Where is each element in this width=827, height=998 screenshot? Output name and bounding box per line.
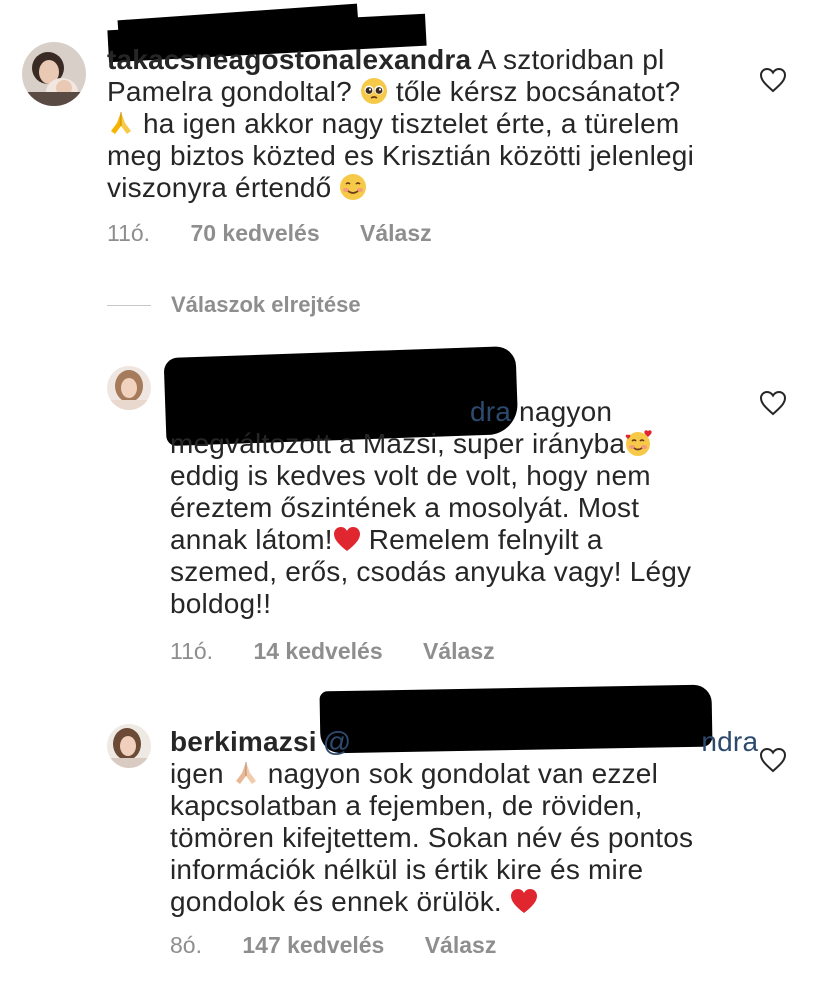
comment-text-segment: annak látom! bbox=[170, 524, 333, 555]
folded-hands-emoji bbox=[107, 109, 135, 137]
comment-line: ha igen akkor nagy tisztelet érte, a tür… bbox=[107, 108, 747, 140]
avatar[interactable] bbox=[107, 366, 151, 410]
divider-line bbox=[107, 304, 151, 306]
comment-meta: 11ó. 70 kedvelés Válasz bbox=[107, 220, 432, 247]
comment-line: tömören kifejtettem. Sokan név és pontos bbox=[170, 822, 694, 853]
comment-line: meg biztos közted es Krisztián közötti j… bbox=[107, 140, 694, 171]
reply-button[interactable]: Válasz bbox=[423, 638, 495, 665]
comment-text-segment: gondolok és ennek örülök. bbox=[170, 886, 510, 917]
heart-outline-icon[interactable] bbox=[759, 67, 787, 93]
comment-2: dra nagyon megváltozott a Mazsi, super i… bbox=[0, 340, 827, 670]
hide-replies-button[interactable]: Válaszok elrejtése bbox=[107, 290, 361, 320]
comment-text-segment: tőle kérsz bocsánatot? bbox=[387, 76, 681, 107]
comment-line: éreztem őszintének a mosolyát. Most bbox=[170, 492, 640, 523]
comment-time: 11ó. bbox=[170, 638, 214, 664]
red-heart-emoji bbox=[333, 525, 361, 553]
avatar[interactable] bbox=[22, 42, 86, 106]
likes-count[interactable]: 14 kedvelés bbox=[253, 638, 382, 665]
comment-text-segment: megváltozott a Mazsi, super irányba bbox=[170, 428, 626, 459]
comment-text-segment: ha igen akkor nagy tisztelet érte, a tür… bbox=[135, 108, 680, 139]
comment-meta: 11ó. 14 kedvelés Válasz bbox=[170, 638, 495, 665]
comment-line: eddig is kedves volt de volt, hogy nem bbox=[170, 460, 651, 491]
mention-link[interactable]: @ bbox=[323, 726, 352, 757]
comment-line: szemed, erős, csodás anyuka vagy! Légy bbox=[170, 556, 692, 587]
comment-time: 8ó. bbox=[170, 932, 202, 958]
smiling-face-emoji bbox=[339, 173, 367, 201]
comment-line: dra nagyon bbox=[170, 396, 730, 428]
comment-line: kapcsolatban a fejemben, de röviden, bbox=[170, 790, 643, 821]
comment-text: takacsneagostonalexandra A sztoridban pl… bbox=[107, 44, 747, 204]
comment-3: berkimazsi @ ndra igen nagyon sok gondolat… bbox=[0, 680, 827, 990]
comment-line: Pamelra gondoltal? tőle kérsz bocsánatot… bbox=[107, 76, 747, 108]
comment-line: igen nagyon sok gondolat van ezzel bbox=[170, 758, 730, 790]
comment-time: 11ó. bbox=[107, 220, 151, 246]
comment-text-segment: Remelem felnyilt a bbox=[360, 524, 603, 555]
comment-text: dra nagyon megváltozott a Mazsi, super i… bbox=[170, 396, 730, 620]
comment-line: információk nélkül is értik kire és mire bbox=[170, 854, 644, 885]
comment-text-segment: A sztoridban pl bbox=[471, 44, 665, 75]
comment-text-segment: nagyon sok gondolat van ezzel bbox=[259, 758, 658, 789]
pleading-face-emoji bbox=[360, 77, 388, 105]
comment-text-segment: Pamelra gondoltal? bbox=[107, 76, 360, 107]
heart-outline-icon[interactable] bbox=[759, 747, 787, 773]
folded-hands-emoji bbox=[232, 759, 260, 787]
heart-outline-icon[interactable] bbox=[759, 390, 787, 416]
likes-count[interactable]: 70 kedvelés bbox=[190, 220, 319, 247]
comment-line: annak látom! Remelem felnyilt a bbox=[170, 524, 730, 556]
avatar[interactable] bbox=[107, 724, 151, 768]
username[interactable]: berkimazsi bbox=[170, 726, 317, 757]
likes-count[interactable]: 147 kedvelés bbox=[242, 932, 384, 959]
red-heart-emoji bbox=[510, 887, 538, 915]
comment-text-segment: viszonyra értendő bbox=[107, 172, 340, 203]
comment-line: berkimazsi @ ndra bbox=[170, 726, 758, 758]
reply-button[interactable]: Válasz bbox=[425, 932, 497, 959]
comment-text-segment: nagyon bbox=[511, 396, 613, 427]
username[interactable]: takacsneagostonalexandra bbox=[107, 44, 471, 75]
comment-line: megváltozott a Mazsi, super irányba bbox=[170, 428, 730, 460]
comment-line: boldog!! bbox=[170, 588, 272, 619]
comment-meta: 8ó. 147 kedvelés Válasz bbox=[170, 932, 496, 959]
hide-replies-label: Válaszok elrejtése bbox=[171, 292, 361, 317]
comment-text: berkimazsi @ ndra igen nagyon sok gondolat… bbox=[170, 726, 758, 918]
comment-text-segment: igen bbox=[170, 758, 232, 789]
mention-link[interactable]: dra bbox=[470, 396, 511, 427]
mention-link[interactable]: ndra bbox=[701, 726, 758, 757]
smiling-face-with-hearts-emoji bbox=[625, 429, 653, 457]
comment-line: viszonyra értendő bbox=[107, 172, 747, 204]
comment-line: gondolok és ennek örülök. bbox=[170, 886, 730, 918]
reply-button[interactable]: Válasz bbox=[360, 220, 432, 247]
comment-1: takacsneagostonalexandra A sztoridban pl… bbox=[0, 0, 827, 270]
comment-line: takacsneagostonalexandra A sztoridban pl bbox=[107, 44, 747, 76]
